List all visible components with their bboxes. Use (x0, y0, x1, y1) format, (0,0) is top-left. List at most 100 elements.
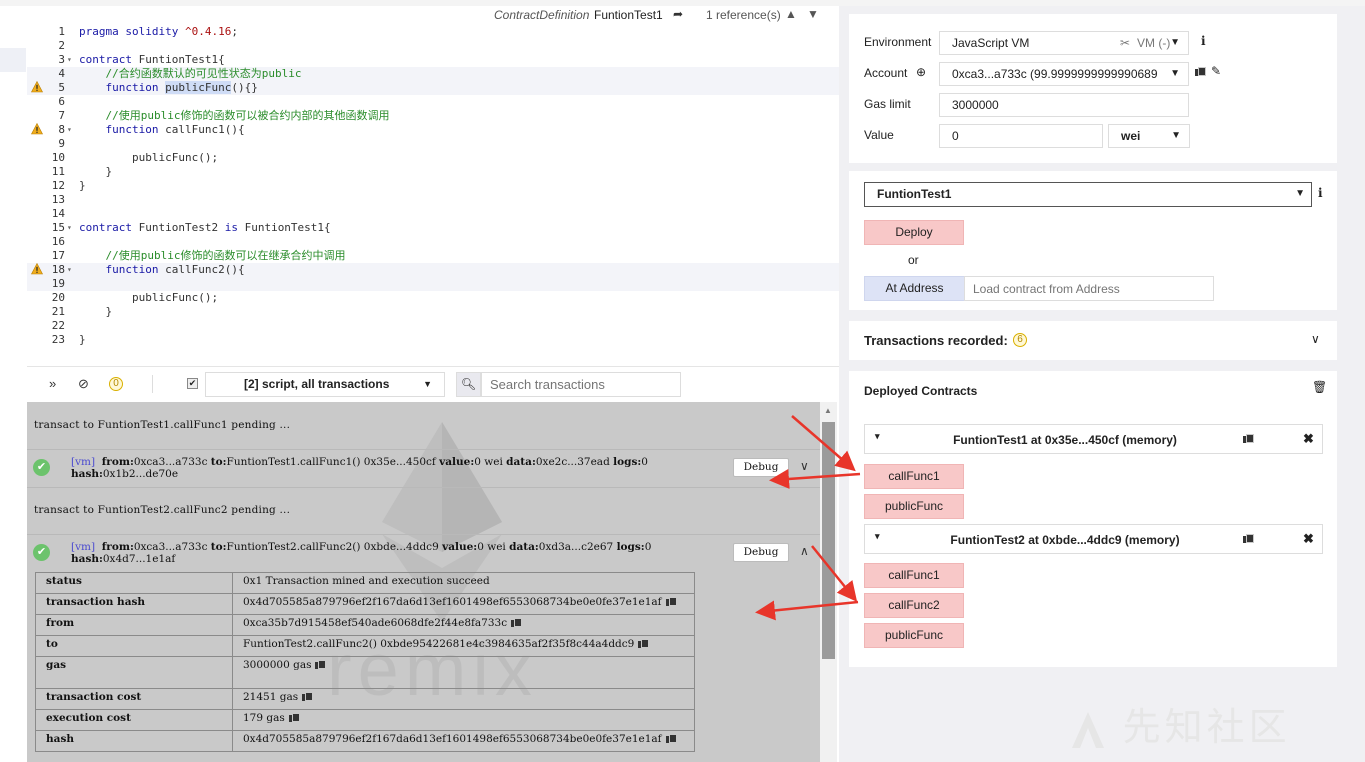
copy-address-icon[interactable] (1243, 434, 1254, 444)
references-count: 1 reference(s) (706, 8, 781, 22)
code-text: function publicFunc(){} (105, 81, 258, 94)
detail-key: status (35, 572, 233, 594)
at-address-button[interactable]: At Address (864, 276, 965, 301)
left-gutter (0, 6, 26, 762)
line-number: 8 (58, 123, 65, 136)
transaction-log-1[interactable]: [vm] from:0xca3...a733c to:FuntionTest1.… (71, 456, 711, 480)
value-input[interactable] (939, 124, 1103, 148)
fold-toggle-icon[interactable]: ▾ (67, 221, 72, 235)
deployed-contracts-card: Deployed Contracts 🗑︎ ▾ FuntionTest1 at … (849, 371, 1337, 667)
copy-icon[interactable] (511, 618, 523, 628)
chevron-up-icon[interactable]: ∧ (800, 544, 809, 558)
close-icon[interactable]: ✖ (1303, 431, 1314, 447)
terminal-scrollbar[interactable]: ▲ (820, 402, 837, 762)
transactions-recorded-card[interactable]: Transactions recorded: 6 ∨ (849, 321, 1337, 360)
code-line[interactable]: 12} (27, 179, 839, 193)
gas-limit-input[interactable] (939, 93, 1189, 117)
info-icon[interactable]: i (1318, 186, 1323, 200)
caret-down-icon: ▼ (423, 379, 432, 389)
environment-select[interactable]: JavaScript VM ✂ VM (-) ▼ (939, 31, 1189, 55)
code-line[interactable]: 18 ▾ function callFunc2(){ (27, 263, 839, 277)
code-line[interactable]: 22 (27, 319, 839, 333)
code-line[interactable]: 3 ▾ contract FuntionTest1{ (27, 53, 839, 67)
warning-icon[interactable] (31, 263, 43, 275)
collapse-terminal-icon[interactable]: » (49, 376, 56, 391)
code-line[interactable]: 4 //合约函数默认的可见性状态为public (27, 67, 839, 81)
debug-button-1[interactable]: Debug (733, 458, 789, 477)
code-line[interactable]: 13 (27, 193, 839, 207)
code-line[interactable]: 1 pragma solidity ^0.4.16; (27, 25, 839, 39)
detail-key: transaction cost (35, 688, 233, 710)
contract-select[interactable]: FuntionTest1 ▼ (864, 182, 1312, 207)
code-line[interactable]: 17 //使用public修饰的函数可以在继承合约中调用 (27, 249, 839, 263)
transaction-log-2[interactable]: [vm] from:0xca3...a733c to:FuntionTest2.… (71, 541, 711, 565)
goto-definition-icon[interactable]: ➦ (673, 7, 683, 21)
terminal-output[interactable]: remix transact to FuntionTest1.callFunc1… (27, 402, 820, 762)
code-line[interactable]: 23} (27, 333, 839, 347)
editor-context-header: ContractDefinition FuntionTest1 ➦ 1 refe… (27, 6, 839, 24)
code-line[interactable]: 19 (27, 277, 839, 291)
add-account-icon[interactable]: ⊕ (916, 65, 926, 79)
scroll-up-arrow-icon[interactable]: ▲ (824, 406, 832, 415)
line-number: 6 (58, 95, 65, 108)
copy-address-icon[interactable] (1243, 534, 1254, 544)
code-line[interactable]: 9 (27, 137, 839, 151)
chevron-down-icon[interactable]: ∨ (1311, 332, 1320, 346)
chevron-down-icon[interactable]: ∨ (800, 459, 809, 473)
instance-title-1: FuntionTest1 at 0x35e...450cf (memory) (953, 433, 1177, 447)
instance-header-2[interactable]: ▾ FuntionTest2 at 0xbde...4ddc9 (memory)… (864, 524, 1323, 554)
copy-account-icon[interactable] (1195, 66, 1206, 80)
listen-network-checkbox[interactable]: ✔ (187, 378, 198, 389)
search-transactions-input[interactable] (481, 372, 681, 397)
instance-header-1[interactable]: ▾ FuntionTest1 at 0x35e...450cf (memory)… (864, 424, 1323, 454)
chevron-down-icon[interactable]: ▼ (807, 7, 819, 21)
code-line[interactable]: 20 publicFunc(); (27, 291, 839, 305)
code-line[interactable]: 8 ▾ function callFunc1(){ (27, 123, 839, 137)
close-icon[interactable]: ✖ (1303, 531, 1314, 547)
value-unit-select[interactable]: wei ▼ (1108, 124, 1190, 148)
code-line[interactable]: 11 } (27, 165, 839, 179)
debug-button-2[interactable]: Debug (733, 543, 789, 562)
function-button-callFunc2[interactable]: callFunc2 (864, 593, 964, 618)
account-select[interactable]: 0xca3...a733c (99.9999999999990689 ▼ (939, 62, 1189, 86)
warning-icon[interactable] (31, 81, 43, 93)
chevron-up-icon[interactable]: ▲ (785, 7, 797, 21)
code-line[interactable]: 14 (27, 207, 839, 221)
copy-icon[interactable] (302, 692, 314, 702)
transaction-filter-select[interactable]: [2] script, all transactions ▼ (205, 372, 445, 397)
detail-key: transaction hash (35, 593, 233, 615)
detail-row: transaction hash 0x4d705585a879796ef2f167… (35, 593, 695, 615)
line-number: 18 (51, 263, 65, 276)
function-button-callFunc1[interactable]: callFunc1 (864, 563, 964, 588)
code-line[interactable]: 5 function publicFunc(){} (27, 81, 839, 95)
fold-toggle-icon[interactable]: ▾ (67, 263, 72, 277)
clear-console-icon[interactable]: ⊘ (78, 376, 89, 392)
code-line[interactable]: 6 (27, 95, 839, 109)
code-line[interactable]: 21 } (27, 305, 839, 319)
code-line[interactable]: 16 (27, 235, 839, 249)
code-editor[interactable]: ContractDefinition FuntionTest1 ➦ 1 refe… (27, 6, 839, 366)
detail-value-text: 0xca35b7d915458ef540ade6068dfe2f44e8fa73… (243, 617, 508, 629)
function-button-publicFunc[interactable]: publicFunc (864, 623, 964, 648)
copy-icon[interactable] (315, 660, 327, 670)
code-line[interactable]: 10 publicFunc(); (27, 151, 839, 165)
scrollbar-thumb[interactable] (822, 422, 835, 659)
function-button-callFunc1[interactable]: callFunc1 (864, 464, 964, 489)
code-line[interactable]: 15 ▾ contract FuntionTest2 is FuntionTest1… (27, 221, 839, 235)
copy-icon[interactable] (288, 713, 300, 723)
search-icon[interactable]: 🔍︎ (456, 372, 481, 397)
info-icon[interactable]: i (1201, 34, 1206, 48)
function-button-publicFunc[interactable]: publicFunc (864, 494, 964, 519)
warning-icon[interactable] (31, 123, 43, 135)
copy-icon[interactable] (665, 734, 677, 744)
deploy-button[interactable]: Deploy (864, 220, 964, 245)
code-line[interactable]: 7 //使用public修饰的函数可以被合约内部的其他函数调用 (27, 109, 839, 123)
edit-icon[interactable]: ✎ (1211, 64, 1221, 78)
fold-toggle-icon[interactable]: ▾ (67, 53, 72, 67)
load-contract-address-input[interactable] (964, 276, 1214, 301)
copy-icon[interactable] (665, 597, 677, 607)
fold-toggle-icon[interactable]: ▾ (67, 123, 72, 137)
trash-icon[interactable]: 🗑︎ (1312, 380, 1327, 394)
copy-icon[interactable] (638, 639, 650, 649)
code-line[interactable]: 2 (27, 39, 839, 53)
